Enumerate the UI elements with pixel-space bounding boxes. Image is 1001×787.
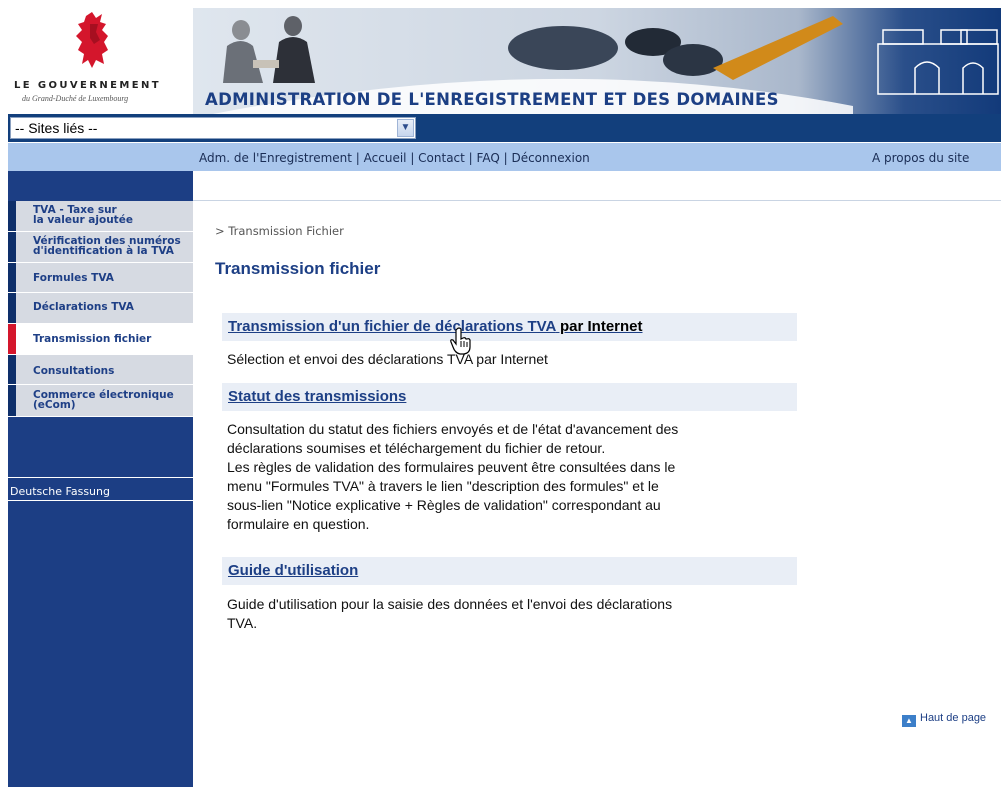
sidebar-item-consultations[interactable]: Consultations xyxy=(8,355,193,385)
chevron-down-icon[interactable]: ▼ xyxy=(397,119,414,137)
nav-link-administration[interactable]: Adm. de l'Enregistrement xyxy=(199,151,352,165)
section-header-transmission: Transmission d'un fichier de déclaration… xyxy=(222,313,797,341)
header-banner: ADMINISTRATION DE L'ENREGISTREMENT ET DE… xyxy=(193,8,1001,114)
section-extra-label: par Internet xyxy=(555,318,643,335)
link-guide-utilisation[interactable]: Guide d'utilisation xyxy=(228,562,358,579)
banner-title: ADMINISTRATION DE L'ENREGISTREMENT ET DE… xyxy=(205,90,779,109)
menu-arrow-icon xyxy=(8,201,16,231)
sidebar-item-verification[interactable]: Vérification des numéros d'identification… xyxy=(8,232,193,263)
sidebar-item-tva[interactable]: TVA - Taxe sur la valeur ajoutée xyxy=(8,201,193,232)
link-transmission-fichier[interactable]: Transmission d'un fichier de déclaration… xyxy=(228,318,556,335)
arrow-up-icon: ▲ xyxy=(902,715,916,727)
link-statut-transmissions[interactable]: Statut des transmissions xyxy=(228,388,406,405)
government-title: LE GOUVERNEMENT xyxy=(14,80,161,91)
menu-arrow-icon xyxy=(8,293,16,323)
menu-arrow-icon xyxy=(8,324,16,354)
back-to-top-link[interactable]: ▲ Haut de page xyxy=(902,712,986,727)
nav-link-about[interactable]: A propos du site xyxy=(872,151,969,165)
section-description-transmission: Sélection et envoi des déclarations TVA … xyxy=(227,351,548,367)
sites-select-value: -- Sites liés -- xyxy=(15,120,98,136)
nav-link-faq[interactable]: FAQ xyxy=(477,151,500,165)
menu-arrow-icon xyxy=(8,263,16,292)
nav-link-deconnexion[interactable]: Déconnexion xyxy=(511,151,589,165)
section-description-statut: Consultation du statut des fichiers envo… xyxy=(227,421,679,532)
sidebar-item-ecommerce[interactable]: Commerce électronique (eCom) xyxy=(8,385,193,417)
divider xyxy=(193,200,1001,201)
sites-select[interactable]: -- Sites liés -- ▼ xyxy=(10,117,416,139)
sidebar-item-declarations[interactable]: Déclarations TVA xyxy=(8,293,193,324)
page-title: Transmission fichier xyxy=(215,259,381,278)
sidebar-item-transmission[interactable]: Transmission fichier xyxy=(8,324,193,355)
sidebar-item-formules[interactable]: Formules TVA xyxy=(8,263,193,293)
nav-link-contact[interactable]: Contact xyxy=(418,151,465,165)
government-subtitle: du Grand-Duché de Luxembourg xyxy=(22,94,129,103)
hand-cursor-icon xyxy=(450,327,471,355)
menu-arrow-icon xyxy=(8,232,16,262)
menu-arrow-icon xyxy=(8,385,16,416)
nav-link-accueil[interactable]: Accueil xyxy=(364,151,407,165)
menu-arrow-icon xyxy=(8,355,16,384)
section-header-guide: Guide d'utilisation xyxy=(222,557,797,585)
section-header-statut: Statut des transmissions xyxy=(222,383,797,411)
nav-links: Adm. de l'Enregistrement | Accueil | Con… xyxy=(199,151,590,165)
section-description-guide: Guide d'utilisation pour la saisie des d… xyxy=(227,596,673,631)
luxembourg-lion-icon xyxy=(76,12,108,68)
breadcrumb: > Transmission Fichier xyxy=(215,224,344,238)
language-link-german[interactable]: Deutsche Fassung xyxy=(10,485,110,498)
